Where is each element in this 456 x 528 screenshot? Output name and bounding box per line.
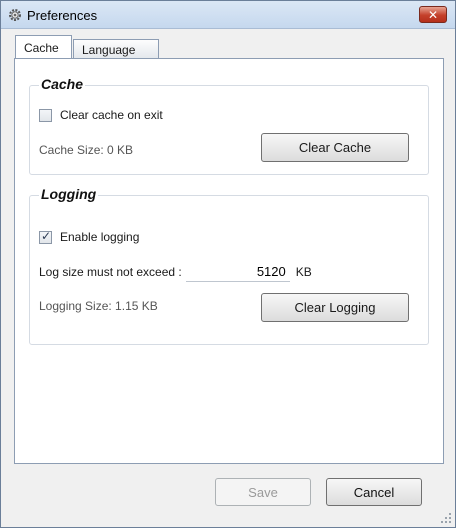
- tab-cache[interactable]: Cache: [15, 35, 72, 58]
- clear-cache-on-exit-checkbox[interactable]: [39, 108, 52, 122]
- enable-logging-checkbox[interactable]: [39, 229, 52, 244]
- log-size-unit: KB: [295, 265, 312, 279]
- log-size-limit-row: Log size must not exceed : KB: [39, 262, 312, 282]
- resize-grip-icon[interactable]: [440, 512, 452, 524]
- title-bar[interactable]: Preferences ✕: [1, 1, 455, 29]
- preferences-window: Preferences ✕ Cache Language Cache Clear…: [0, 0, 456, 528]
- clear-logging-button[interactable]: Clear Logging: [261, 293, 409, 322]
- cache-size-text: Cache Size: 0 KB: [39, 143, 134, 157]
- close-icon: ✕: [427, 7, 439, 22]
- clear-cache-on-exit-label[interactable]: Clear cache on exit: [60, 108, 163, 122]
- window-title: Preferences: [27, 8, 98, 23]
- tab-panel-cache: Cache Clear cache on exit Cache Size: 0 …: [14, 58, 444, 464]
- enable-logging-row[interactable]: Enable logging: [39, 229, 139, 244]
- tab-language[interactable]: Language: [73, 39, 159, 59]
- log-size-limit-label: Log size must not exceed :: [39, 265, 182, 279]
- logging-size-text: Logging Size: 1.15 KB: [39, 299, 158, 313]
- logging-group-title: Logging: [39, 186, 99, 202]
- close-button[interactable]: ✕: [419, 6, 447, 23]
- log-size-limit-input[interactable]: [185, 262, 290, 282]
- clear-cache-button[interactable]: Clear Cache: [261, 133, 409, 162]
- gear-icon: [9, 9, 21, 21]
- cancel-button[interactable]: Cancel: [326, 478, 422, 506]
- save-button[interactable]: Save: [215, 478, 311, 506]
- cache-group: Cache Clear cache on exit Cache Size: 0 …: [29, 76, 429, 175]
- logging-group: Logging Enable logging Log size must not…: [29, 186, 429, 345]
- cache-group-title: Cache: [39, 76, 86, 92]
- enable-logging-label[interactable]: Enable logging: [60, 230, 139, 244]
- clear-cache-on-exit-row[interactable]: Clear cache on exit: [39, 108, 163, 122]
